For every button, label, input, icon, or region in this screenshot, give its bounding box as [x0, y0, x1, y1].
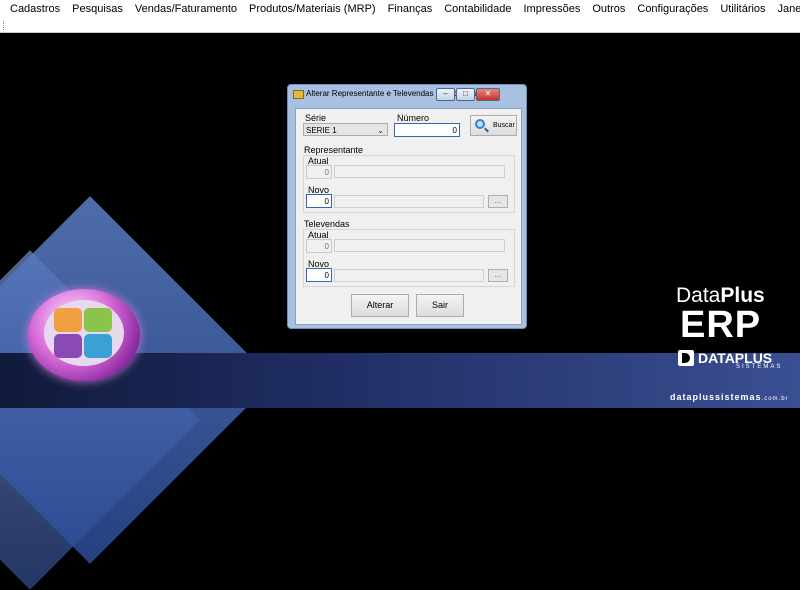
- chevron-down-icon: ⌄: [377, 126, 384, 135]
- televendas-group-label: Televendas: [304, 219, 350, 229]
- serie-value: SERIE 1: [306, 126, 337, 135]
- dialog-window: Alterar Representante e Televendas da No…: [287, 84, 527, 329]
- search-icon: [475, 119, 485, 129]
- televendas-atual-description: [334, 239, 505, 252]
- menu-impressoes[interactable]: Impressões: [518, 0, 587, 19]
- menu-bar: Cadastros Pesquisas Vendas/Faturamento P…: [0, 0, 800, 19]
- menu-outros[interactable]: Outros: [586, 0, 631, 19]
- minimize-button[interactable]: –: [436, 88, 455, 101]
- menu-financas[interactable]: Finanças: [382, 0, 439, 19]
- puzzle-piece-icon: [54, 334, 82, 358]
- dialog-client: Série SERIE 1 ⌄ Número 0 Buscar Represent…: [295, 108, 522, 325]
- representante-atual-input: 0: [306, 165, 332, 179]
- buscar-label: Buscar: [493, 122, 515, 129]
- televendas-novo-description: [334, 269, 484, 282]
- numero-input[interactable]: 0: [394, 123, 460, 137]
- representante-group-label: Representante: [304, 145, 364, 155]
- serie-select[interactable]: SERIE 1 ⌄: [303, 123, 388, 136]
- sair-button[interactable]: Sair: [416, 294, 464, 317]
- puzzle-piece-icon: [84, 308, 112, 332]
- menu-configuracoes[interactable]: Configurações: [631, 0, 714, 19]
- menu-contabilidade[interactable]: Contabilidade: [438, 0, 517, 19]
- alterar-button[interactable]: Alterar: [351, 294, 409, 317]
- brand-erp: ERP: [680, 304, 762, 346]
- serie-label: Série: [305, 113, 327, 123]
- close-button[interactable]: ✕: [476, 88, 500, 101]
- menu-produtos-materiais[interactable]: Produtos/Materiais (MRP): [243, 0, 382, 19]
- puzzle-piece-icon: [84, 334, 112, 358]
- televendas-atual-input: 0: [306, 239, 332, 253]
- representante-lookup-button[interactable]: ...: [488, 195, 508, 208]
- representante-novo-input[interactable]: 0: [306, 194, 332, 208]
- televendas-novo-input[interactable]: 0: [306, 268, 332, 282]
- buscar-button[interactable]: Buscar: [470, 115, 517, 136]
- menu-pesquisas[interactable]: Pesquisas: [66, 0, 129, 19]
- dataplus-logo-icon: [678, 350, 694, 366]
- form-icon: [293, 90, 304, 99]
- menu-janelas[interactable]: Janelas: [772, 0, 800, 19]
- representante-atual-description: [334, 165, 505, 178]
- brand-url: dataplussistemas.com.br: [670, 392, 789, 402]
- menu-utilitarios[interactable]: Utilitários: [714, 0, 771, 19]
- toolbar-grip[interactable]: [3, 21, 6, 30]
- puzzle-piece-icon: [54, 308, 82, 332]
- representante-novo-description: [334, 195, 484, 208]
- televendas-lookup-button[interactable]: ...: [488, 269, 508, 282]
- numero-label: Número: [397, 113, 430, 123]
- menu-cadastros[interactable]: Cadastros: [0, 0, 66, 19]
- puzzle-logo-pieces: [44, 300, 124, 366]
- menu-vendas-faturamento[interactable]: Vendas/Faturamento: [129, 0, 243, 19]
- maximize-button[interactable]: □: [456, 88, 475, 101]
- brand-subtitle: SISTEMAS: [736, 364, 783, 370]
- toolbar-strip: [0, 19, 800, 33]
- dialog-titlebar[interactable]: Alterar Representante e Televendas da No…: [288, 85, 526, 103]
